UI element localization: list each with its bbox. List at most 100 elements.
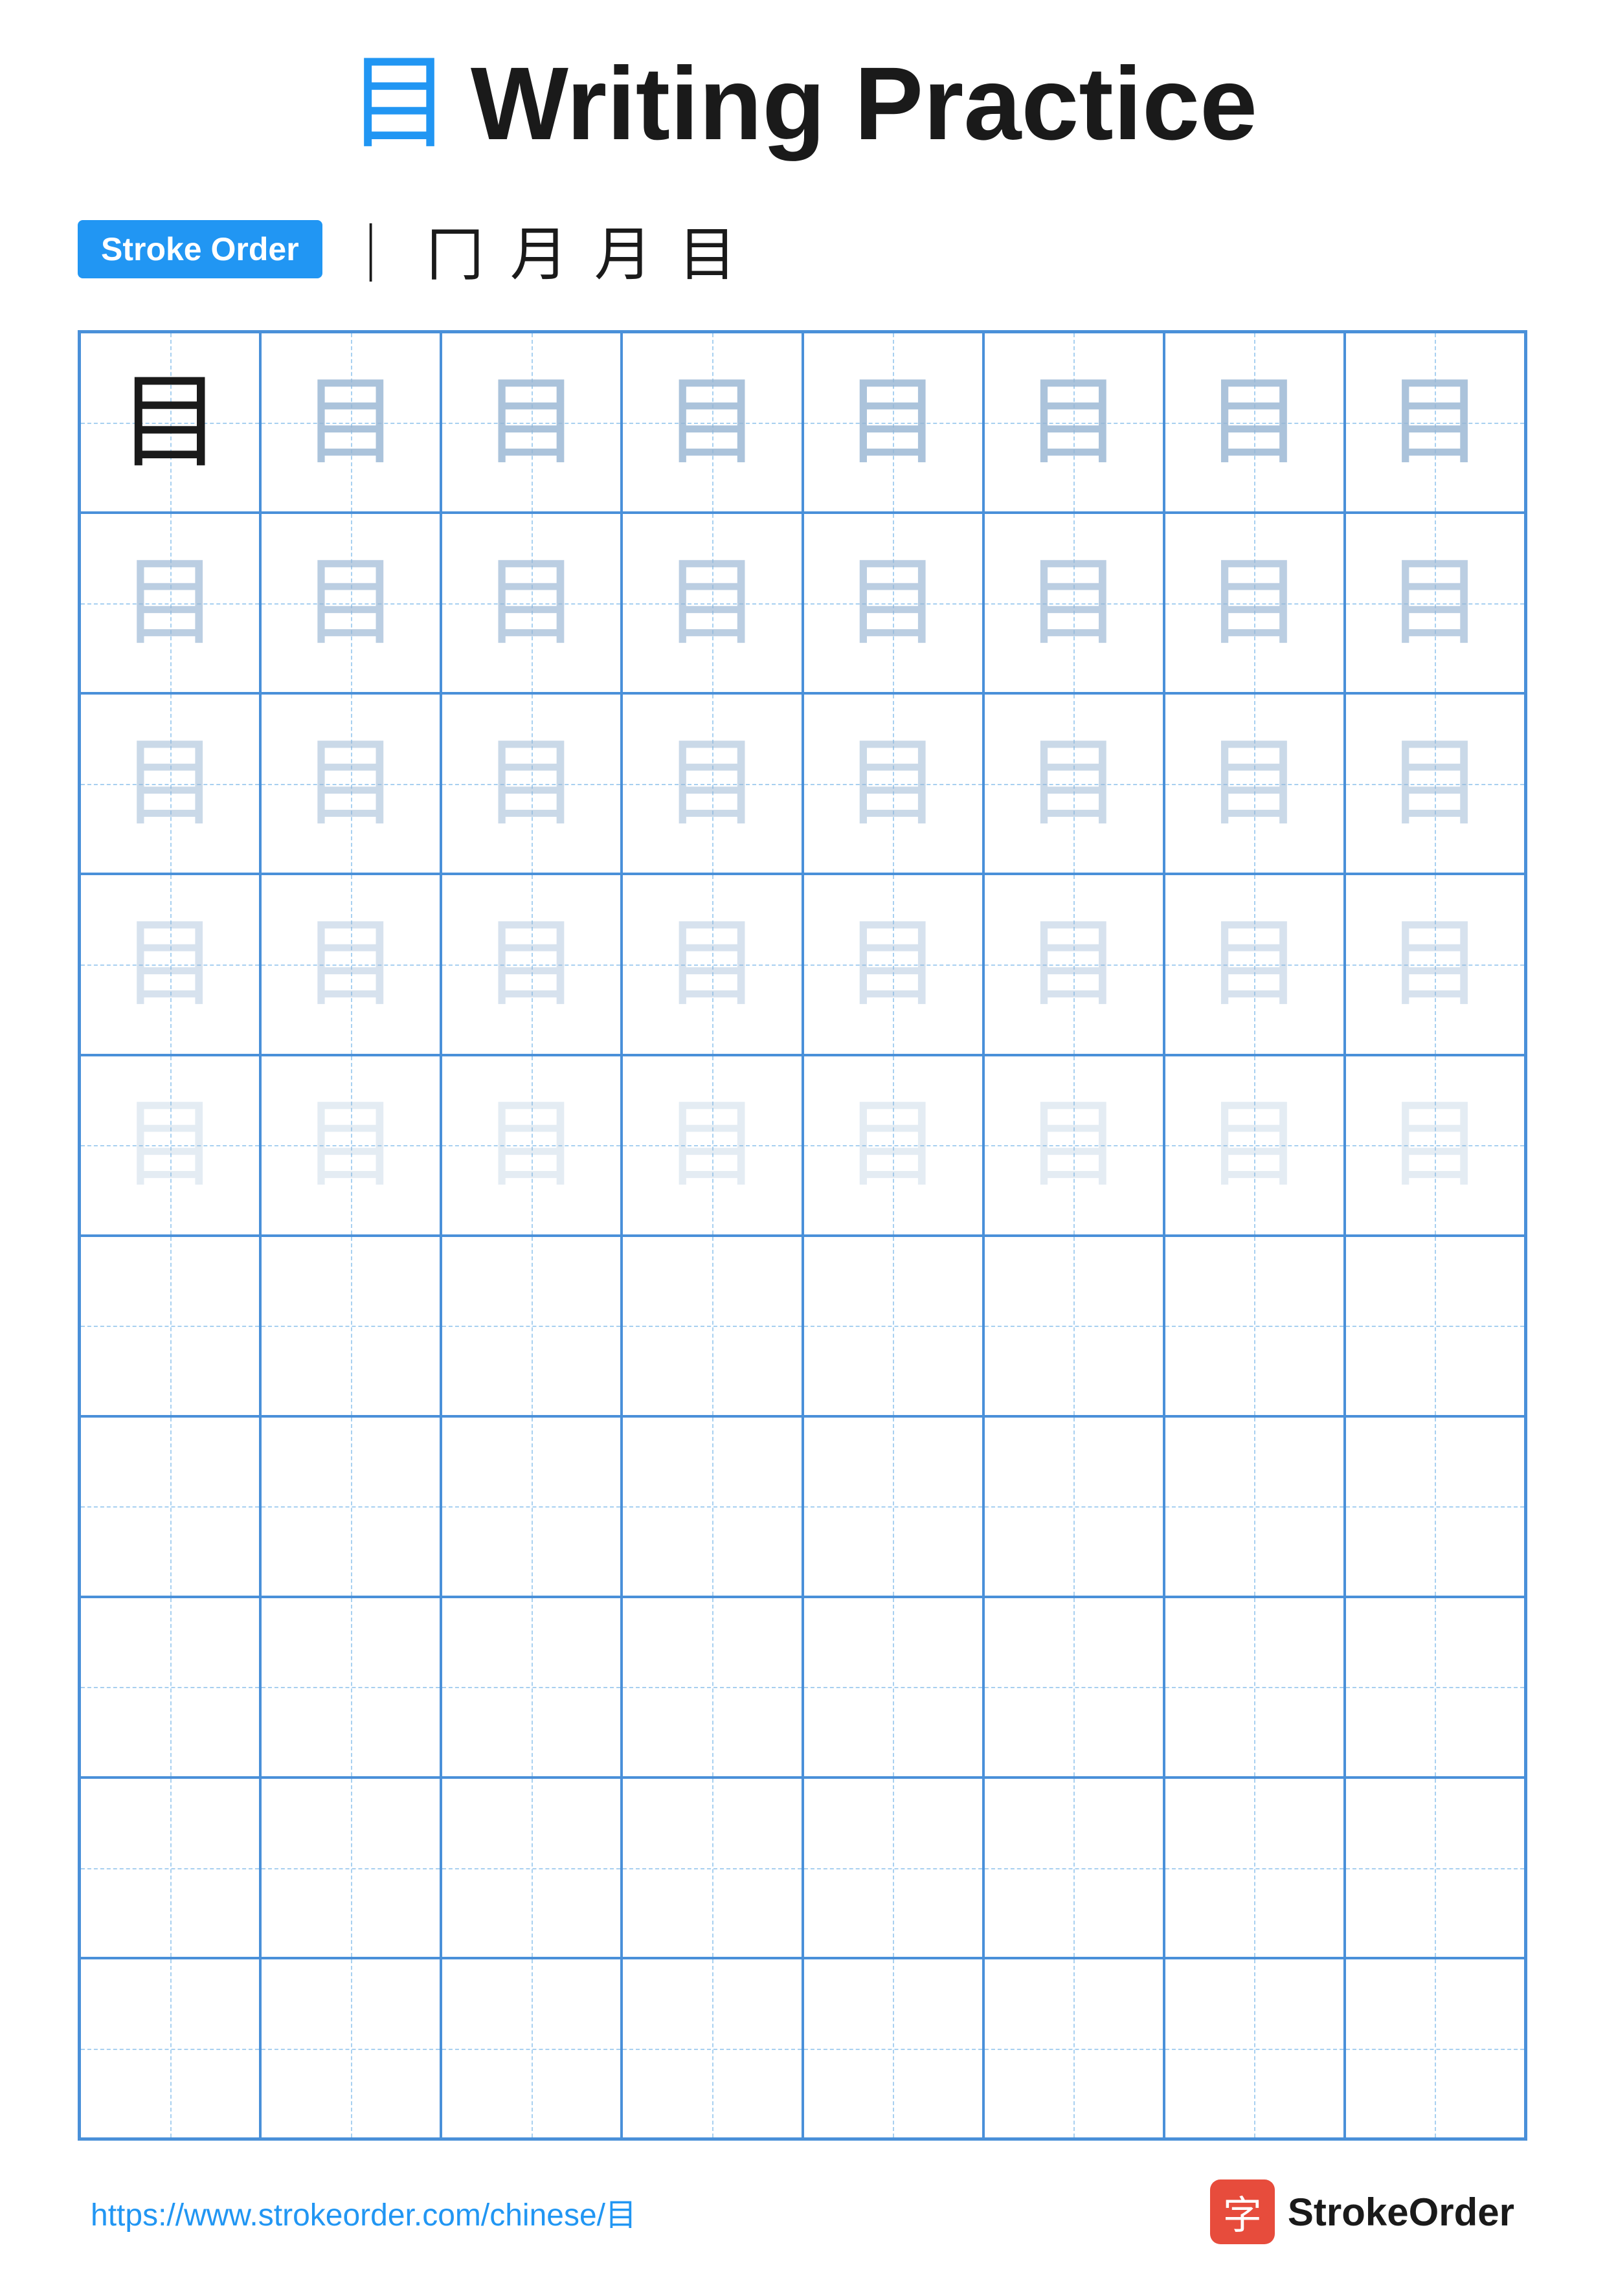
grid-cell-r5c8[interactable]: 目: [1345, 1055, 1525, 1236]
grid-cell-r7c6[interactable]: [983, 1416, 1164, 1597]
grid-cell-r8c8[interactable]: [1345, 1597, 1525, 1778]
char-ghost: 目: [483, 374, 580, 471]
grid-cell-r3c2[interactable]: 目: [260, 693, 441, 874]
footer-url[interactable]: https://www.strokeorder.com/chinese/目: [91, 2189, 636, 2235]
grid-cell-r6c8[interactable]: [1345, 1236, 1525, 1416]
char-ghost: 目: [1386, 374, 1483, 471]
char-ghost: 目: [664, 374, 761, 471]
grid-cell-r3c8[interactable]: 目: [1345, 693, 1525, 874]
grid-cell-r3c5[interactable]: 目: [803, 693, 983, 874]
grid-cell-r5c7[interactable]: 目: [1164, 1055, 1345, 1236]
char-ghost: 目: [122, 735, 219, 832]
stroke-order-area: Stroke Order ｜ 冂 月 月 目: [78, 207, 1527, 291]
grid-cell-r2c7[interactable]: 目: [1164, 513, 1345, 693]
stroke-step-1: ｜: [342, 207, 400, 291]
char-ghost: 目: [1025, 735, 1122, 832]
grid-cell-r6c1[interactable]: [80, 1236, 260, 1416]
char-model: 目: [118, 371, 222, 474]
grid-cell-r8c6[interactable]: [983, 1597, 1164, 1778]
char-ghost: 目: [1206, 1097, 1303, 1194]
char-ghost: 目: [1025, 1097, 1122, 1194]
grid-cell-r4c4[interactable]: 目: [622, 874, 802, 1054]
grid-cell-r9c2[interactable]: [260, 1778, 441, 1958]
grid-cell-r6c7[interactable]: [1164, 1236, 1345, 1416]
grid-cell-r1c1[interactable]: 目: [80, 332, 260, 513]
grid-cell-r4c2[interactable]: 目: [260, 874, 441, 1054]
grid-cell-r1c3[interactable]: 目: [441, 332, 622, 513]
grid-cell-r5c3[interactable]: 目: [441, 1055, 622, 1236]
grid-cell-r9c4[interactable]: [622, 1778, 802, 1958]
grid-cell-r2c2[interactable]: 目: [260, 513, 441, 693]
grid-cell-r10c1[interactable]: [80, 1958, 260, 2139]
grid-cell-r7c3[interactable]: [441, 1416, 622, 1597]
grid-cell-r1c4[interactable]: 目: [622, 332, 802, 513]
stroke-step-4: 月: [594, 207, 653, 291]
grid-cell-r8c7[interactable]: [1164, 1597, 1345, 1778]
grid-cell-r4c6[interactable]: 目: [983, 874, 1164, 1054]
char-ghost: 目: [844, 916, 941, 1013]
grid-cell-r10c3[interactable]: [441, 1958, 622, 2139]
grid-cell-r7c5[interactable]: [803, 1416, 983, 1597]
grid-cell-r3c7[interactable]: 目: [1164, 693, 1345, 874]
grid-cell-r6c4[interactable]: [622, 1236, 802, 1416]
char-ghost: 目: [483, 555, 580, 652]
grid-cell-r1c6[interactable]: 目: [983, 332, 1164, 513]
grid-cell-r1c2[interactable]: 目: [260, 332, 441, 513]
grid-cell-r2c8[interactable]: 目: [1345, 513, 1525, 693]
grid-cell-r4c3[interactable]: 目: [441, 874, 622, 1054]
grid-cell-r3c1[interactable]: 目: [80, 693, 260, 874]
grid-cell-r6c3[interactable]: [441, 1236, 622, 1416]
grid-cell-r5c5[interactable]: 目: [803, 1055, 983, 1236]
grid-cell-r1c7[interactable]: 目: [1164, 332, 1345, 513]
grid-cell-r7c8[interactable]: [1345, 1416, 1525, 1597]
stroke-step-2: 冂: [426, 207, 484, 291]
grid-cell-r2c5[interactable]: 目: [803, 513, 983, 693]
grid-cell-r6c2[interactable]: [260, 1236, 441, 1416]
grid-cell-r9c5[interactable]: [803, 1778, 983, 1958]
grid-cell-r10c8[interactable]: [1345, 1958, 1525, 2139]
grid-cell-r6c5[interactable]: [803, 1236, 983, 1416]
grid-cell-r8c2[interactable]: [260, 1597, 441, 1778]
grid-cell-r7c2[interactable]: [260, 1416, 441, 1597]
grid-cell-r10c4[interactable]: [622, 1958, 802, 2139]
grid-cell-r2c3[interactable]: 目: [441, 513, 622, 693]
grid-cell-r9c6[interactable]: [983, 1778, 1164, 1958]
grid-cell-r9c7[interactable]: [1164, 1778, 1345, 1958]
grid-cell-r1c8[interactable]: 目: [1345, 332, 1525, 513]
grid-cell-r8c3[interactable]: [441, 1597, 622, 1778]
grid-cell-r5c6[interactable]: 目: [983, 1055, 1164, 1236]
grid-cell-r9c3[interactable]: [441, 1778, 622, 1958]
grid-cell-r8c1[interactable]: [80, 1597, 260, 1778]
grid-cell-r3c3[interactable]: 目: [441, 693, 622, 874]
grid-cell-r10c2[interactable]: [260, 1958, 441, 2139]
grid-cell-r4c8[interactable]: 目: [1345, 874, 1525, 1054]
grid-cell-r8c4[interactable]: [622, 1597, 802, 1778]
grid-cell-r9c1[interactable]: [80, 1778, 260, 1958]
grid-cell-r2c1[interactable]: 目: [80, 513, 260, 693]
grid-cell-r8c5[interactable]: [803, 1597, 983, 1778]
grid-cell-r10c7[interactable]: [1164, 1958, 1345, 2139]
char-ghost: 目: [1206, 374, 1303, 471]
grid-cell-r4c5[interactable]: 目: [803, 874, 983, 1054]
grid-cell-r4c7[interactable]: 目: [1164, 874, 1345, 1054]
char-ghost: 目: [664, 1097, 761, 1194]
grid-cell-r1c5[interactable]: 目: [803, 332, 983, 513]
grid-cell-r6c6[interactable]: [983, 1236, 1164, 1416]
grid-cell-r10c5[interactable]: [803, 1958, 983, 2139]
strokeorder-logo-icon: 字: [1210, 2179, 1275, 2244]
grid-cell-r5c4[interactable]: 目: [622, 1055, 802, 1236]
grid-cell-r7c1[interactable]: [80, 1416, 260, 1597]
title-char: 目: [348, 52, 451, 155]
grid-cell-r7c4[interactable]: [622, 1416, 802, 1597]
grid-cell-r10c6[interactable]: [983, 1958, 1164, 2139]
grid-cell-r5c1[interactable]: 目: [80, 1055, 260, 1236]
grid-cell-r3c6[interactable]: 目: [983, 693, 1164, 874]
grid-cell-r9c8[interactable]: [1345, 1778, 1525, 1958]
grid-cell-r3c4[interactable]: 目: [622, 693, 802, 874]
grid-cell-r5c2[interactable]: 目: [260, 1055, 441, 1236]
grid-cell-r2c6[interactable]: 目: [983, 513, 1164, 693]
grid-cell-r4c1[interactable]: 目: [80, 874, 260, 1054]
grid-cell-r2c4[interactable]: 目: [622, 513, 802, 693]
grid-cell-r7c7[interactable]: [1164, 1416, 1345, 1597]
char-ghost: 目: [1025, 555, 1122, 652]
